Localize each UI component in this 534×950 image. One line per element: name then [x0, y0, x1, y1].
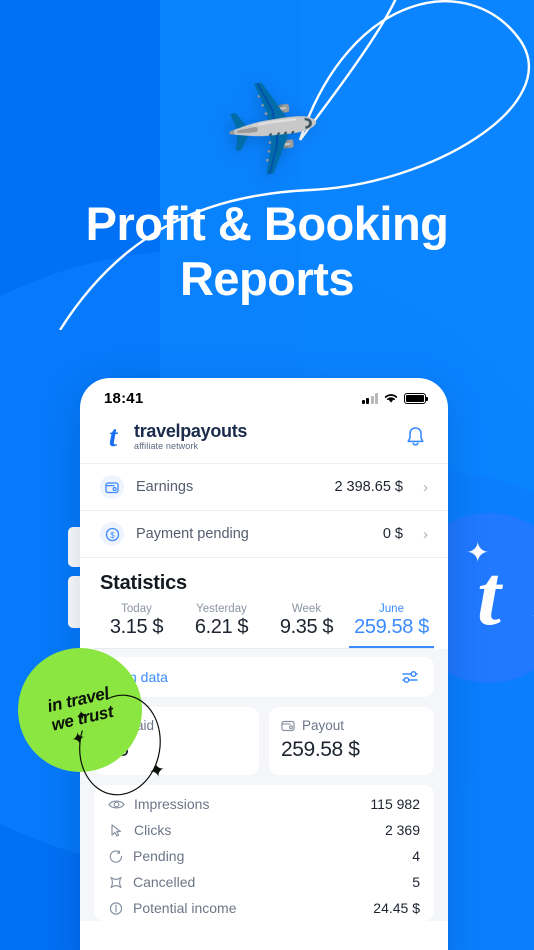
summary-row-value: 2 398.65 $: [334, 479, 403, 496]
brand-text: travelpayouts affiliate network: [134, 422, 247, 451]
cancelled-icon: [110, 876, 122, 888]
card-head: Payout: [281, 718, 422, 733]
status-bar-time: 18:41: [104, 389, 144, 407]
app-header: t travelpayouts affiliate network: [80, 414, 448, 463]
tab-label: Week: [291, 603, 322, 616]
svg-text:$: $: [110, 531, 115, 540]
tab-label: June: [379, 603, 404, 616]
card-label: Payout: [302, 718, 345, 734]
metric-row-potential-income[interactable]: Potential income 24.45 $: [108, 895, 420, 921]
metric-value: 4: [412, 848, 420, 865]
tab-label: Yesterday: [196, 603, 247, 616]
summary-row-payment-pending[interactable]: $ Payment pending 0 $ ›: [80, 510, 448, 557]
phone-mockup: 18:41 t travelpayouts affiliate network: [80, 378, 448, 950]
summary-row-earnings[interactable]: Earnings 2 398.65 $ ›: [80, 463, 448, 510]
statistics-tabs: Today 3.15 $ Yesterday 6.21 $ Week 9.35 …: [80, 595, 448, 649]
card-payout[interactable]: Payout 259.58 $: [269, 707, 434, 776]
metric-value: 115 982: [370, 796, 420, 813]
page-title: Profit & Booking Reports: [0, 196, 534, 307]
summary-row-value: 0 $: [382, 526, 403, 543]
brand-logo: t travelpayouts affiliate network: [100, 419, 248, 453]
wallet-icon: [100, 475, 124, 500]
travelpayouts-logo-icon: t: [108, 419, 118, 453]
dollar-circle-icon: $: [100, 522, 124, 547]
headline-line-1: Profit & Booking: [85, 197, 449, 250]
brand-name: travelpayouts: [134, 421, 248, 441]
metric-label: Cancelled: [133, 874, 196, 891]
metric-value: 5: [412, 874, 420, 891]
metric-label: Potential income: [133, 900, 237, 917]
metric-label: Clicks: [134, 822, 172, 839]
metric-label: Impressions: [134, 796, 210, 813]
signal-bars-icon: [361, 392, 378, 404]
metrics-list: Impressions 115 982 Clicks 2 369 Pending…: [94, 785, 434, 922]
potential-icon: [109, 902, 123, 915]
brand-tagline: affiliate network: [134, 440, 199, 451]
wifi-icon: [384, 394, 398, 403]
tab-value: 6.21 $: [194, 616, 249, 639]
tab-value: 259.58 $: [354, 616, 429, 639]
tab-today[interactable]: Today 3.15 $: [94, 603, 179, 648]
sparkle-icon: ✦: [74, 707, 89, 725]
tab-june[interactable]: June 259.58 $: [349, 603, 434, 649]
statistics-title: Statistics: [100, 572, 187, 595]
battery-icon: [404, 392, 428, 404]
status-badge: in travel we trust ✦ ✦ ✦: [18, 648, 167, 796]
chevron-right-icon: ›: [423, 478, 428, 496]
cursor-icon: [111, 824, 121, 837]
sparkle-icon: ✦: [69, 728, 88, 750]
card-value: 259.58 $: [281, 738, 360, 762]
metric-row-cancelled[interactable]: Cancelled 5: [108, 869, 420, 895]
summary-row-label: Earnings: [136, 479, 194, 496]
sparkle-icon: ✦: [466, 537, 490, 568]
tab-value: 9.35 $: [279, 616, 334, 639]
metric-row-impressions[interactable]: Impressions 115 982: [108, 791, 420, 817]
metric-value: 24.45 $: [373, 900, 420, 917]
tab-week[interactable]: Week 9.35 $: [264, 603, 349, 648]
metric-row-clicks[interactable]: Clicks 2 369: [108, 817, 420, 843]
tab-yesterday[interactable]: Yesterday 6.21 $: [179, 603, 264, 648]
tab-label: Today: [121, 603, 152, 616]
status-bar-icons: [361, 392, 428, 404]
metric-row-pending[interactable]: Pending 4: [108, 843, 420, 869]
pending-icon: [109, 850, 123, 863]
sliders-icon[interactable]: [400, 669, 420, 685]
headline-line-2: Reports: [179, 252, 355, 306]
chevron-right-icon: ›: [423, 525, 428, 543]
summary-row-label: Payment pending: [136, 526, 249, 543]
bell-icon[interactable]: [405, 425, 426, 448]
metric-label: Pending: [133, 848, 185, 865]
badge-inner: in travel we trust ✦ ✦ ✦: [45, 684, 167, 796]
statistics-section: Statistics Today 3.15 $ Yesterday 6.21 $…: [80, 557, 448, 650]
payout-icon: [281, 720, 295, 731]
tab-value: 3.15 $: [109, 616, 164, 639]
metric-value: 2 369: [384, 822, 420, 839]
status-bar: 18:41: [80, 378, 448, 414]
